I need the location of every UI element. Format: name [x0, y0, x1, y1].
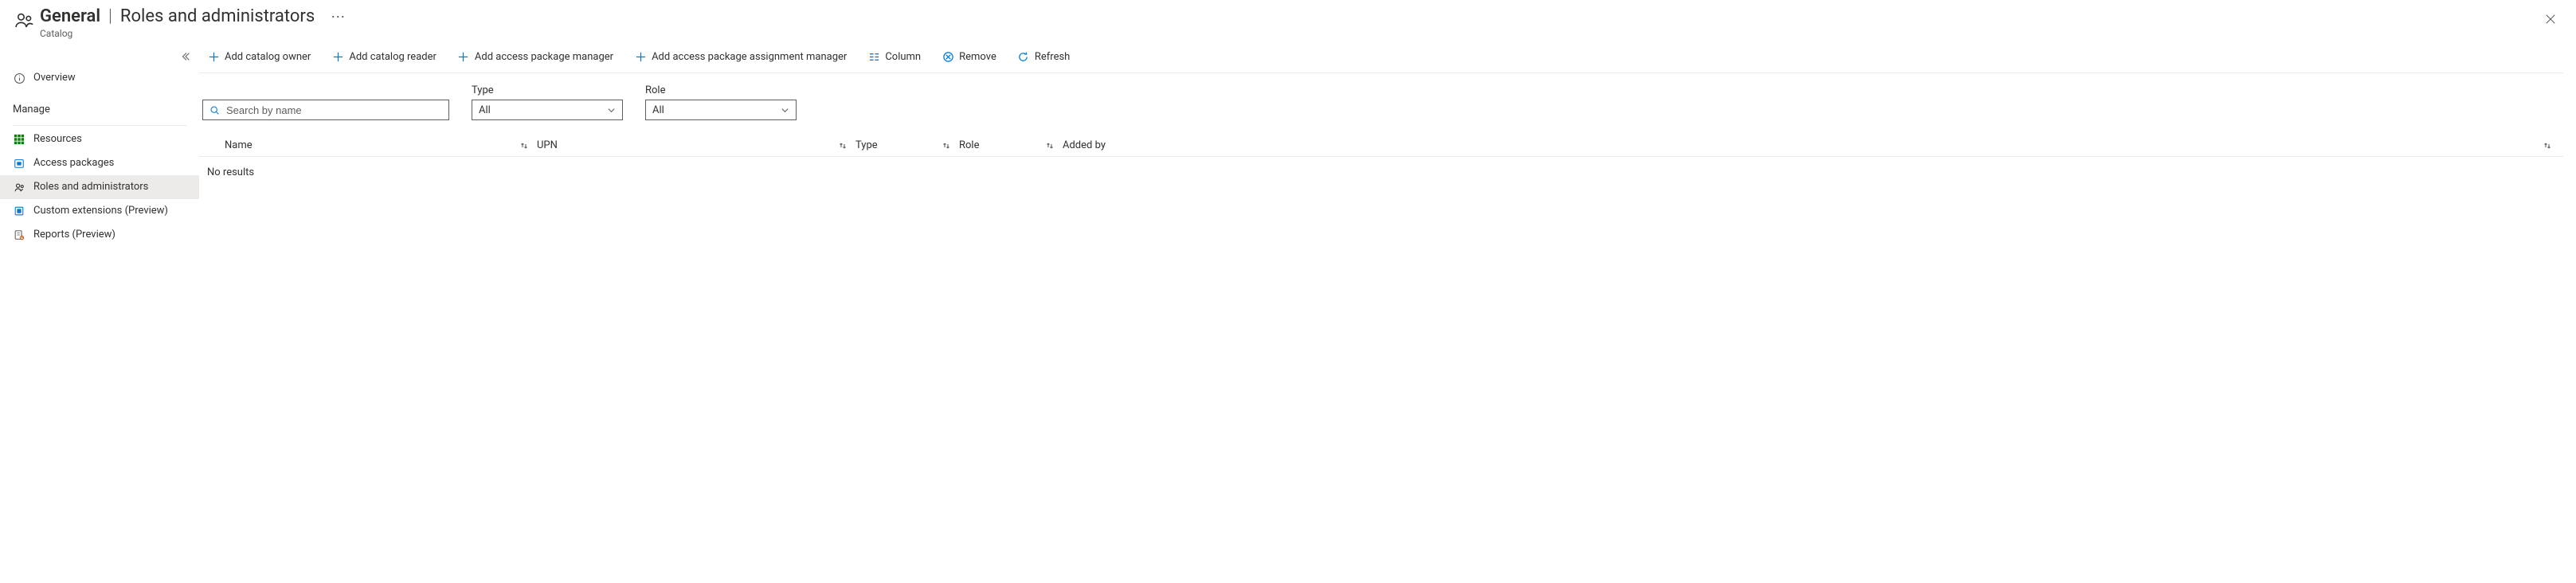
info-icon [13, 72, 25, 84]
cmd-label: Add catalog reader [349, 51, 437, 63]
sidebar-item-access-packages[interactable]: Access packages [0, 151, 199, 175]
columns-icon [867, 50, 880, 63]
title-separator: | [108, 6, 112, 26]
command-bar: Add catalog owner Add catalog reader Add… [199, 44, 2563, 73]
add-catalog-owner-button[interactable]: Add catalog owner [202, 47, 315, 66]
cmd-label: Column [885, 51, 921, 63]
sidebar-item-roles-administrators[interactable]: Roles and administrators [0, 175, 199, 199]
page-header: General | Roles and administrators ⋯ Cat… [0, 0, 2576, 44]
sidebar-section-manage: Manage [0, 98, 199, 122]
search-input-wrapper[interactable] [202, 100, 449, 120]
close-button[interactable] [2538, 6, 2563, 32]
plus-icon [207, 50, 220, 63]
sidebar: Overview Manage Resources [0, 44, 199, 247]
column-header-role[interactable]: Role [959, 139, 1063, 151]
extension-icon [13, 205, 25, 217]
column-header-added-by[interactable]: Added by [1063, 139, 2560, 151]
sort-icon [519, 141, 537, 151]
add-access-package-assignment-manager-button[interactable]: Add access package assignment manager [629, 47, 851, 66]
divider [13, 125, 186, 126]
cmd-label: Add access package manager [475, 51, 613, 63]
chevron-down-icon [781, 106, 789, 115]
role-filter-dropdown[interactable]: All [645, 100, 797, 120]
column-button[interactable]: Column [863, 47, 926, 66]
sidebar-item-label: Resources [33, 132, 82, 147]
sort-icon [1045, 141, 1063, 151]
breadcrumb: Catalog [40, 28, 2538, 39]
sidebar-item-overview[interactable]: Overview [0, 66, 199, 90]
remove-icon [942, 50, 954, 63]
more-actions-icon[interactable]: ⋯ [331, 10, 345, 25]
main-content: Add catalog owner Add catalog reader Add… [199, 44, 2576, 247]
sidebar-item-resources[interactable]: Resources [0, 127, 199, 151]
dropdown-value: All [479, 104, 491, 116]
add-catalog-reader-button[interactable]: Add catalog reader [327, 47, 441, 66]
remove-button[interactable]: Remove [937, 47, 1001, 66]
refresh-button[interactable]: Refresh [1012, 47, 1075, 66]
plus-icon [331, 50, 344, 63]
filter-row: Type All Role All [199, 73, 2563, 128]
sidebar-item-label: Custom extensions (Preview) [33, 204, 168, 218]
chevron-down-icon [607, 106, 616, 115]
results-table: Name UPN Type [199, 135, 2563, 188]
sidebar-item-label: Overview [33, 71, 76, 85]
sidebar-item-label: Reports (Preview) [33, 228, 115, 242]
search-input[interactable] [225, 104, 442, 117]
title-bold: General [40, 6, 100, 26]
cmd-label: Remove [959, 51, 996, 63]
plus-icon [457, 50, 470, 63]
add-access-package-manager-button[interactable]: Add access package manager [452, 47, 618, 66]
plus-icon [634, 50, 647, 63]
sidebar-item-custom-extensions[interactable]: Custom extensions (Preview) [0, 199, 199, 223]
page-title: General | Roles and administrators ⋯ [40, 6, 2538, 26]
table-header-row: Name UPN Type [199, 135, 2563, 157]
type-filter-label: Type [472, 84, 623, 96]
sort-icon [2543, 141, 2560, 151]
sidebar-item-label: Access packages [33, 156, 114, 170]
report-icon [13, 229, 25, 241]
people-icon [13, 10, 35, 32]
cmd-label: Add access package assignment manager [652, 51, 847, 63]
package-icon [13, 157, 25, 170]
role-filter-label: Role [645, 84, 797, 96]
column-header-upn[interactable]: UPN [537, 139, 855, 151]
cmd-label: Add catalog owner [225, 51, 311, 63]
sidebar-item-label: Roles and administrators [33, 180, 148, 194]
dropdown-value: All [652, 104, 664, 116]
collapse-sidebar-button[interactable] [0, 47, 199, 66]
sort-icon [942, 141, 959, 151]
type-filter-dropdown[interactable]: All [472, 100, 623, 120]
column-header-type[interactable]: Type [855, 139, 959, 151]
column-header-name[interactable]: Name [202, 139, 537, 151]
title-rest: Roles and administrators [120, 6, 315, 26]
refresh-icon [1017, 50, 1030, 63]
people-small-icon [13, 181, 25, 194]
sidebar-item-reports[interactable]: Reports (Preview) [0, 223, 199, 247]
sort-icon [838, 141, 855, 151]
grid-icon [13, 133, 25, 146]
no-results-message: No results [199, 157, 2563, 188]
cmd-label: Refresh [1035, 51, 1070, 63]
search-icon [209, 105, 220, 115]
